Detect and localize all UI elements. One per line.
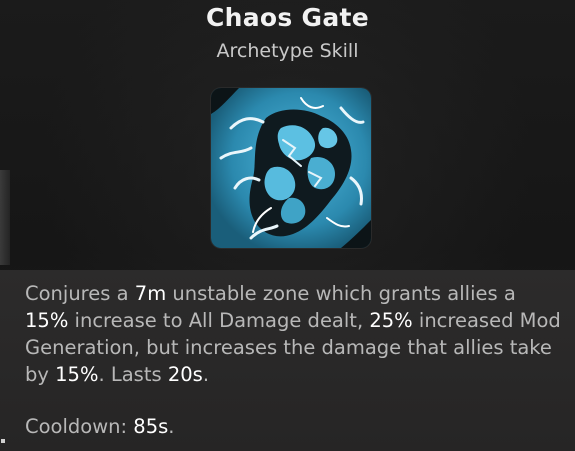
skill-title: Chaos Gate: [205, 3, 370, 32]
chaos-gate-skill-icon: [211, 88, 371, 248]
cooldown-value: 85s: [133, 415, 169, 438]
desc-text-3: increase to All Damage dealt,: [68, 309, 370, 332]
cooldown-label: Cooldown:: [25, 415, 134, 438]
desc-text-6: .: [202, 363, 210, 386]
skill-description: Conjures a 7m unstable zone which grants…: [25, 280, 565, 388]
desc-value-range: 7m: [134, 282, 167, 305]
cooldown-line: Cooldown: 85s.: [25, 413, 174, 440]
corner-marker: [1, 439, 5, 443]
skill-tooltip: Chaos Gate Archetype Skill Conjures a 7m…: [0, 0, 575, 451]
skill-type: Archetype Skill: [216, 40, 359, 62]
desc-text-2: unstable zone which grants allies a: [166, 282, 516, 305]
chaos-gate-icon-art: [211, 88, 371, 248]
desc-value-damage-taken: 15%: [55, 363, 99, 386]
desc-text-5: . Lasts: [98, 363, 168, 386]
cooldown-suffix: .: [168, 415, 175, 438]
desc-value-damage-bonus: 15%: [25, 309, 69, 332]
background-edge-decoration: [0, 170, 10, 265]
desc-value-duration: 20s: [167, 363, 203, 386]
desc-text-1: Conjures a: [25, 282, 135, 305]
desc-value-mod-generation: 25%: [369, 309, 413, 332]
